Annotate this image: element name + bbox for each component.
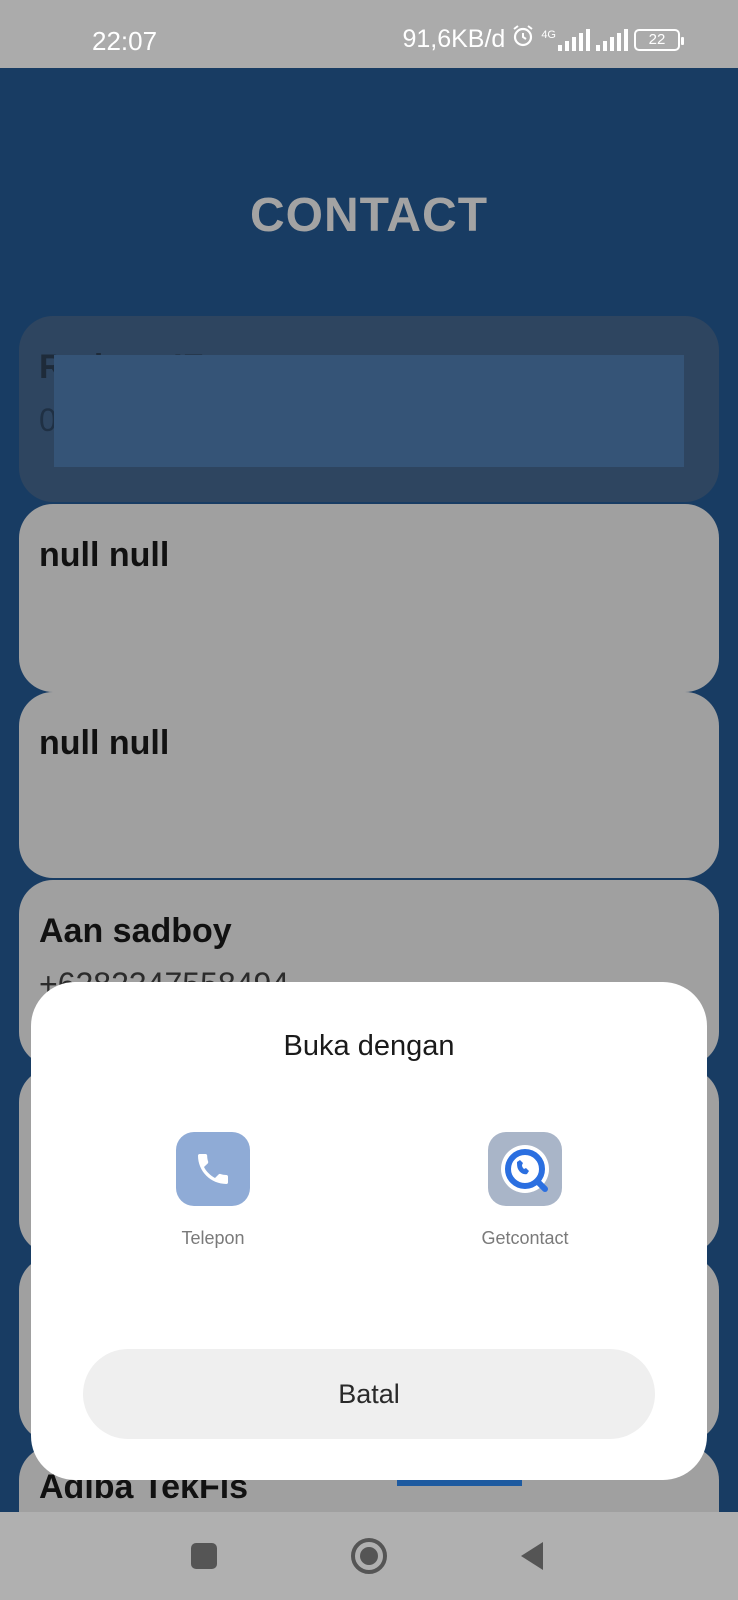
option-label: Telepon (181, 1228, 245, 1248)
contact-card[interactable]: Redoqx IF 0813-8224-6046 (19, 316, 719, 502)
getcontact-icon[interactable] (488, 1132, 562, 1206)
home-icon[interactable] (329, 1512, 409, 1600)
contact-name: Aan sadboy (39, 912, 232, 950)
status-time: 22:07 (92, 26, 158, 56)
back-icon[interactable] (492, 1512, 572, 1600)
cancel-button[interactable]: Batal (83, 1349, 655, 1439)
contact-card[interactable]: null null (19, 692, 719, 878)
battery-icon: 22 (634, 28, 684, 51)
battery-level: 22 (648, 31, 666, 48)
network-type: 4G (541, 28, 556, 41)
open-with-dialog: Buka dengan Telepon Getcontact Batal (31, 982, 707, 1480)
signal-icon (596, 28, 628, 51)
phone-icon[interactable] (176, 1132, 250, 1206)
option-label: Getcontact (481, 1228, 569, 1248)
network-speed: 91,6KB/d (402, 25, 506, 53)
option-telepon[interactable]: Telepon (113, 1132, 313, 1249)
recents-icon[interactable] (164, 1512, 244, 1600)
dialog-title: Buka dengan (283, 1030, 455, 1062)
contact-card[interactable]: null null (19, 504, 719, 692)
contact-name: null null (39, 724, 170, 762)
contact-name: null null (39, 536, 170, 574)
option-getcontact[interactable]: Getcontact (425, 1132, 625, 1249)
alarm-icon (511, 24, 535, 55)
signal-4g-icon: 4G (541, 28, 590, 51)
status-indicators: 91,6KB/d 4G 22 (402, 24, 684, 55)
status-bar: 22:07 91,6KB/d 4G 22 (0, 0, 738, 68)
navigation-bar (0, 1512, 738, 1600)
page-title: CONTACT (249, 189, 489, 242)
pressed-highlight (54, 355, 684, 467)
